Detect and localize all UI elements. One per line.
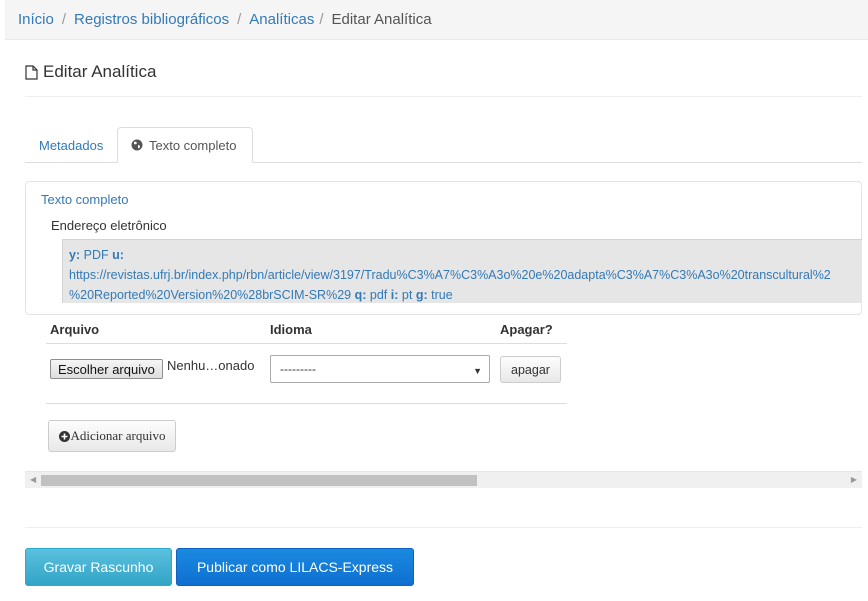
breadcrumb: Início / Registros bibliográficos / Anal…	[5, 0, 868, 40]
breadcrumb-separator: /	[61, 11, 67, 28]
breadcrumb-separator: /	[319, 11, 324, 28]
column-header-idioma: Idioma	[270, 322, 312, 337]
full-text-panel: Texto completo Endereço eletrônico y: PD…	[25, 181, 862, 315]
subfield-value: %20Reported%20Version%20%28brSCIM-SR%29	[69, 288, 352, 302]
subfield-key: q:	[354, 288, 367, 302]
breadcrumb-active: Editar Analítica	[331, 11, 432, 28]
table-header-divider	[46, 343, 567, 344]
subfield-key: i:	[390, 288, 399, 302]
language-selected-value: ---------	[280, 362, 316, 376]
file-icon	[25, 64, 38, 80]
divider	[25, 96, 862, 97]
subfield-key: g:	[415, 288, 428, 302]
save-draft-button[interactable]: Gravar Rascunho	[25, 548, 172, 586]
tab-label: Metadados	[39, 137, 104, 153]
choose-file-button[interactable]: Escolher arquivo	[50, 359, 163, 379]
subfield-value: pt	[401, 288, 413, 302]
page-title-text: Editar Analítica	[43, 62, 157, 81]
breadcrumb-analiticas[interactable]: Analíticas	[249, 11, 314, 28]
column-header-apagar: Apagar?	[500, 322, 553, 337]
delete-file-button[interactable]: apagar	[500, 356, 561, 383]
column-header-arquivo: Arquivo	[50, 322, 100, 337]
tab-label: Texto completo	[149, 137, 237, 153]
subfield-value: pdf	[369, 288, 388, 302]
add-file-label: Adicionar arquivo	[70, 428, 166, 443]
horizontal-scrollbar[interactable]: ◀ ▶	[25, 471, 862, 488]
language-select[interactable]: --------- ▼	[270, 355, 490, 383]
subfield-value: true	[431, 288, 453, 302]
tab-metadados[interactable]: Metadados	[25, 127, 117, 163]
panel-title: Texto completo	[41, 192, 129, 207]
subfield-key: u:	[112, 248, 124, 262]
value-line-3: %20Reported%20Version%20%28brSCIM-SR%29 …	[69, 285, 862, 303]
subfield-key: y:	[69, 248, 81, 262]
subfield-value: PDF	[83, 248, 109, 262]
globe-icon	[131, 139, 143, 151]
scroll-right-icon[interactable]: ▶	[851, 475, 857, 484]
breadcrumb-inicio[interactable]: Início	[18, 11, 54, 28]
divider	[25, 527, 862, 528]
scrollbar-thumb[interactable]	[41, 475, 477, 486]
caret-down-icon: ▼	[473, 366, 482, 376]
scroll-left-icon[interactable]: ◀	[30, 475, 36, 484]
value-line-1: y: PDF u:	[69, 245, 862, 265]
value-line-2: https://revistas.ufrj.br/index.php/rbn/a…	[69, 268, 831, 282]
electronic-address-value: y: PDF u: https://revistas.ufrj.br/index…	[62, 239, 862, 303]
add-file-button[interactable]: Adicionar arquivo	[48, 420, 176, 452]
tab-texto-completo[interactable]: Texto completo	[117, 127, 253, 163]
field-label-endereco: Endereço eletrônico	[51, 218, 167, 233]
table-row-divider	[46, 403, 567, 404]
publish-lilacs-express-button[interactable]: Publicar como LILACS-Express	[176, 548, 414, 586]
plus-circle-icon	[58, 430, 70, 442]
file-status: Nenhu…onado	[167, 358, 255, 373]
breadcrumb-separator: /	[237, 11, 242, 28]
page-title: Editar Analítica	[25, 62, 156, 82]
breadcrumb-registros[interactable]: Registros bibliográficos	[74, 11, 229, 28]
